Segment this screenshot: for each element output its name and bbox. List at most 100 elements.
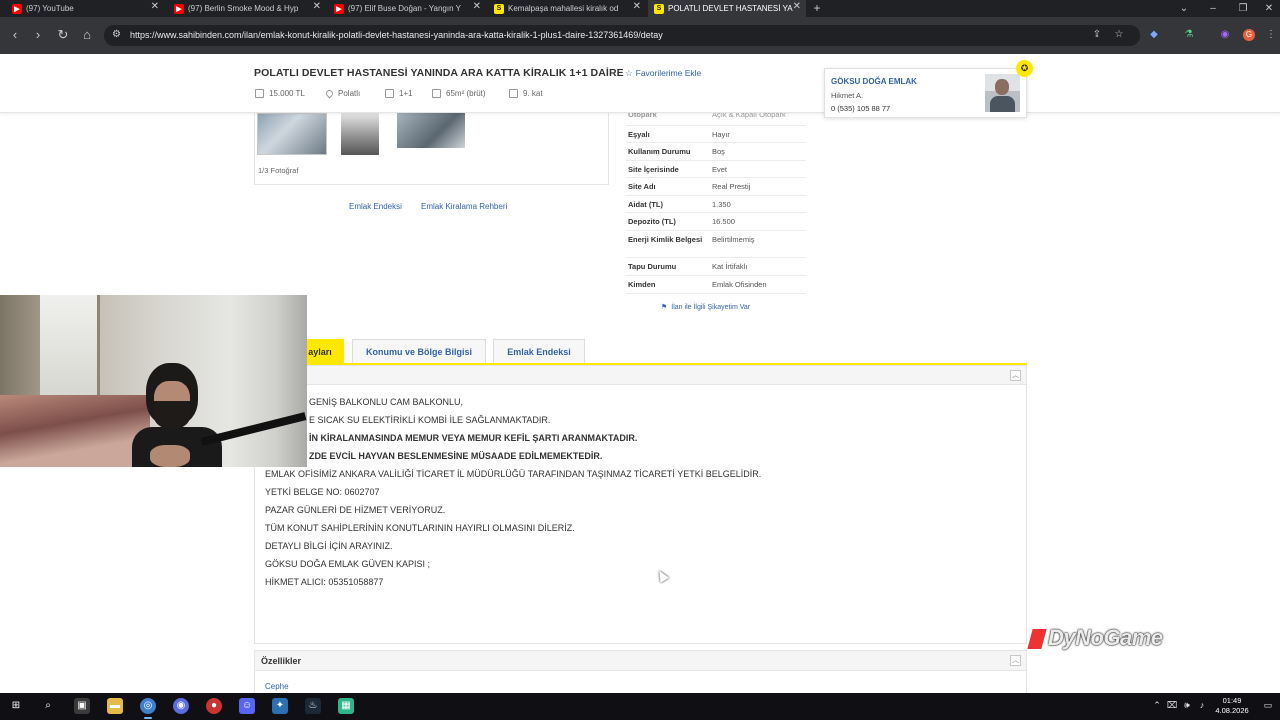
close-icon[interactable]: ✕ [473, 1, 481, 12]
attribute-row: Site İçerisinde Evet [626, 161, 806, 178]
tab-search-icon[interactable]: ⌄ [1174, 0, 1194, 17]
attribute-row: Kullanım Durumu Boş [626, 143, 806, 161]
tab-location-info[interactable]: Konumu ve Bölge Bilgisi [352, 339, 486, 364]
browser-tab[interactable]: ▶ (97) YouTube ✕ [6, 0, 164, 17]
volume-icon[interactable]: 🕪 [1181, 700, 1193, 711]
complaint-link[interactable]: ⚑ İlan ile İlgili Şikayetim Var [661, 303, 750, 311]
microphone-arm [200, 412, 307, 446]
attribute-value: Belirtilmemiş [712, 235, 755, 244]
search-icon[interactable]: ⌕ [40, 698, 56, 714]
attribute-row: Eşyalı Hayır [626, 126, 806, 143]
agent-card[interactable]: GÖKSU DOĞA EMLAK Hikmet A. 0 (535) 105 8… [824, 68, 1027, 118]
tab-emlak-endeksi[interactable]: Emlak Endeksi [493, 339, 585, 364]
task-view-icon[interactable]: ▣ [74, 698, 90, 714]
windows-start-icon[interactable]: ⊞ [8, 698, 24, 714]
close-icon[interactable]: ✕ [793, 1, 801, 12]
sahibinden-icon: S [654, 3, 664, 14]
description-line: GENİŞ BALKONLU CAM BALKONLU, [309, 397, 464, 407]
description-line: ZDE EVCİL HAYVAN BESLENMESİNE MÜSAADE ED… [309, 451, 603, 461]
steam-icon[interactable]: ♨ [305, 698, 321, 714]
browser-tab-active[interactable]: S POLATLI DEVLET HASTANESİ YA ✕ [648, 0, 806, 17]
extension-icon[interactable]: ◆ [1148, 29, 1160, 41]
url-text[interactable]: https://www.sahibinden.com/ilan/emlak-ko… [130, 25, 663, 46]
site-info-icon[interactable]: ⚙ [112, 29, 124, 41]
kiralama-rehberi-link[interactable]: Emlak Kiralama Rehberi [421, 202, 507, 211]
attribute-value: 1.350 [712, 200, 731, 209]
complaint-label: İlan ile İlgili Şikayetim Var [671, 304, 751, 311]
verified-badge-icon: ✪ [1016, 60, 1033, 77]
app-icon[interactable]: ◉ [173, 698, 189, 714]
collapse-icon[interactable]: ︿ [1010, 655, 1021, 666]
agent-office-name[interactable]: GÖKSU DOĞA EMLAK [831, 77, 917, 86]
photo-thumbnail[interactable] [341, 113, 379, 155]
price-value: 15.000 TL [269, 89, 305, 98]
youtube-icon: ▶ [334, 3, 344, 14]
bookmark-icon[interactable]: ☆ [1113, 29, 1125, 41]
emlak-endeksi-link[interactable]: Emlak Endeksi [349, 202, 402, 211]
photo-thumbnail[interactable] [257, 113, 327, 155]
profile-avatar-icon[interactable]: G [1243, 29, 1255, 41]
attribute-key: Aidat (TL) [628, 200, 663, 209]
restore-icon[interactable]: ❐ [1233, 0, 1253, 17]
new-tab-button[interactable]: + [810, 0, 824, 17]
menu-icon[interactable]: ⋮ [1265, 29, 1277, 41]
close-icon[interactable]: ✕ [313, 1, 321, 12]
minimize-icon[interactable]: – [1203, 0, 1223, 17]
browser-app-icon[interactable]: ◎ [140, 698, 156, 719]
forward-icon[interactable]: › [30, 27, 46, 43]
agent-photo [985, 74, 1020, 112]
feature-category: Cephe [265, 682, 289, 691]
tab-label: POLATLI DEVLET HASTANESİ YA [668, 4, 793, 13]
taskbar-clock[interactable]: 01:49 4.08.2026 [1210, 696, 1254, 716]
meta-area: 65m² (brüt) [432, 89, 486, 98]
description-line: PAZAR GÜNLERİ DE HİZMET VERİYORUZ. [265, 505, 446, 515]
app-icon[interactable]: ▦ [338, 698, 354, 714]
meta-floor: 9. kat [509, 89, 543, 98]
app-icon[interactable]: ● [206, 698, 222, 714]
price-icon [255, 89, 264, 98]
meta-rooms: 1+1 [385, 89, 413, 98]
close-icon[interactable]: ✕ [633, 1, 641, 12]
clock-time: 01:49 [1222, 696, 1242, 705]
webcam-background [40, 295, 100, 400]
close-icon[interactable]: ✕ [151, 1, 159, 12]
tray-chevron-icon[interactable]: ⌃ [1151, 700, 1163, 711]
photo-thumbnail[interactable] [397, 113, 465, 148]
home-icon[interactable]: ⌂ [79, 27, 95, 43]
labs-icon[interactable]: ⚗ [1183, 29, 1195, 41]
microphone-icon[interactable]: ♪ [1196, 700, 1208, 710]
window-close-icon[interactable]: ✕ [1259, 0, 1279, 17]
browser-tab[interactable]: ▶ (97) Elif Buse Doğan - Yangın Y ✕ [328, 0, 486, 17]
floor-value: 9. kat [523, 89, 543, 98]
attribute-value: Real Prestij [712, 182, 751, 191]
description-line: EMLAK OFİSİMİZ ANKARA VALİLİĞİ TİCARET İ… [265, 469, 762, 479]
share-icon[interactable]: ⇪ [1091, 29, 1103, 41]
notification-icon[interactable]: ▭ [1262, 700, 1274, 711]
stream-watermark: DyNoGame [1027, 625, 1163, 651]
back-icon[interactable]: ‹ [7, 27, 23, 43]
clock-date: 4.08.2026 [1215, 706, 1249, 715]
address-bar[interactable]: ⚙ https://www.sahibinden.com/ilan/emlak-… [104, 25, 1140, 46]
browser-tab[interactable]: ▶ (97) Berlin Smoke Mood & Hyp ✕ [168, 0, 326, 17]
reload-icon[interactable]: ↻ [55, 27, 71, 43]
description-panel: ︿ GENİŞ BALKONLU CAM BALKONLU, E SICAK S… [254, 365, 1027, 644]
attribute-row: Kimden Emlak Ofisinden [626, 276, 806, 294]
network-icon[interactable]: ⌧ [1166, 700, 1178, 711]
description-line: İN KİRALANMASINDA MEMUR VEYA MEMUR KEFİL… [309, 433, 638, 443]
extension-icon[interactable]: ◉ [1219, 29, 1231, 41]
file-explorer-icon[interactable]: ▬ [107, 698, 123, 714]
app-icon[interactable]: ✦ [272, 698, 288, 714]
attribute-key: Kullanım Durumu [628, 147, 691, 156]
taskbar: ⊞ ⌕ ▣ ▬ ◎ ◉ ● ☺ ✦ ♨ ▦ ⌃ ⌧ 🕪 ♪ 01:49 4.08… [0, 693, 1280, 720]
sahibinden-icon: S [494, 3, 504, 14]
browser-tab[interactable]: S Kemalpaşa mahallesi kiralık od ✕ [488, 0, 646, 17]
meta-location: Polatlı [324, 88, 360, 99]
area-value: 65m² (brüt) [446, 89, 486, 98]
attribute-value: Boş [712, 147, 725, 156]
collapse-icon[interactable]: ︿ [1010, 370, 1021, 381]
discord-icon[interactable]: ☺ [239, 698, 255, 714]
flag-icon: ⚑ [661, 304, 668, 311]
add-to-favorites-link[interactable]: ☆ Favorilerime Ekle [625, 68, 701, 79]
photo-count: 1/3 Fotoğraf [258, 166, 299, 175]
description-line: DETAYLI BİLGİ İÇİN ARAYINIZ. [265, 541, 393, 551]
